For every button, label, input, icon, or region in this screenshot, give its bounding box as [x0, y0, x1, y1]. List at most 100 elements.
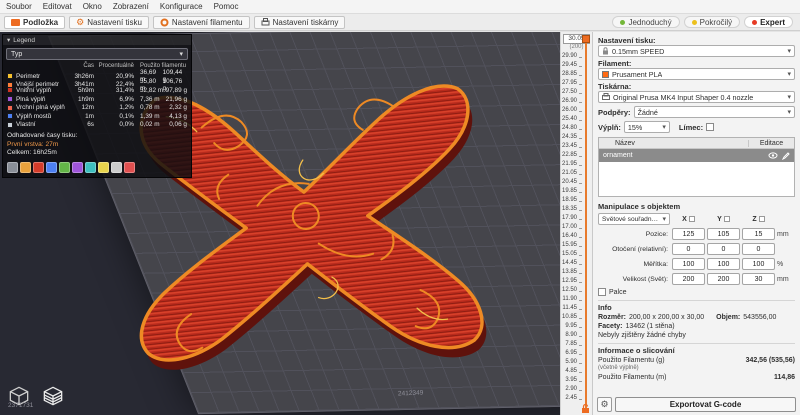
layer-label: 28.85 — [562, 71, 582, 78]
axis-y-header: Y — [707, 216, 740, 223]
layer-label: 27.50 — [562, 89, 582, 96]
mode-expert[interactable]: Expert — [744, 16, 793, 28]
axis-z-input[interactable] — [742, 258, 775, 270]
legend-header[interactable]: ▾ Legend — [3, 35, 191, 45]
layer-label: 5.90 — [565, 359, 582, 366]
pause-prints-icon[interactable] — [98, 162, 109, 173]
object-row[interactable]: ornament — [599, 149, 794, 162]
chevron-down-icon: ▾ — [787, 93, 791, 101]
filament-used-g: Použito Filamentu (g)(včetně výplně) 342… — [598, 357, 795, 372]
plater-icon — [11, 18, 20, 26]
layer-label: 29.90 — [562, 53, 582, 60]
feature-type-dropdown[interactable]: Typ ▾ — [6, 48, 188, 60]
axis-y-input[interactable] — [707, 243, 740, 255]
chevron-down-icon: ▾ — [179, 50, 183, 58]
axis-y-input[interactable] — [707, 228, 740, 240]
printer-label: Tiskárna: — [598, 82, 795, 91]
infill-combo[interactable]: 15% ▾ — [624, 121, 670, 133]
layer-label: 18.35 — [562, 206, 582, 213]
axis-z-input[interactable] — [742, 228, 775, 240]
deretractions-icon[interactable] — [46, 162, 57, 173]
axis-y-input[interactable] — [707, 273, 740, 285]
layer-label: 23.45 — [562, 143, 582, 150]
coordinates-combo[interactable]: Světové souřadnice ▾ — [598, 213, 670, 225]
estimates-title: Odhadované časy tisku: — [7, 132, 187, 141]
export-row: ⚙ Exportovat G-code — [597, 397, 796, 412]
expert-mode-dot-icon — [752, 20, 757, 25]
tab-printer-settings[interactable]: Nastavení tiskárny — [254, 16, 346, 29]
info-facets: Facety:13462 (1 stěna) — [598, 323, 795, 330]
settings-tabbar: Podložka ⚙ Nastavení tisku Nastavení fil… — [0, 14, 800, 31]
printer-combo[interactable]: Original Prusa MK4 Input Shaper 0.4 nozz… — [598, 91, 795, 103]
axis-y-input[interactable] — [707, 258, 740, 270]
layer-label: 17.00 — [562, 224, 582, 231]
layer-label: 26.00 — [562, 107, 582, 114]
mode-simple[interactable]: Jednoduchý — [612, 16, 679, 28]
edit-icon[interactable] — [782, 152, 790, 160]
menu-item[interactable]: Soubor — [6, 2, 32, 11]
manipulation-row: Měřítka: % — [598, 258, 795, 270]
layer-label: 19.85 — [562, 188, 582, 195]
seams-icon[interactable] — [59, 162, 70, 173]
layer-label: 11.45 — [562, 305, 582, 312]
layer-label: 4.85 — [565, 368, 582, 375]
layer-slider-track[interactable] — [585, 38, 587, 409]
tab-plater[interactable]: Podložka — [4, 16, 65, 29]
layer-slider-handle[interactable] — [582, 35, 590, 43]
eye-icon[interactable] — [768, 152, 778, 159]
mirror-x-icon[interactable] — [689, 216, 695, 222]
axis-z-input[interactable] — [742, 273, 775, 285]
printer-icon[interactable] — [124, 162, 135, 173]
tab-label: Nastavení filamentu — [172, 18, 243, 27]
export-gcode-button[interactable]: Exportovat G-code — [615, 397, 796, 412]
custom-gcode-icon[interactable] — [111, 162, 122, 173]
export-settings-button[interactable]: ⚙ — [597, 397, 612, 412]
color-changes-icon[interactable] — [85, 162, 96, 173]
print-profile-combo[interactable]: 0.15mm SPEED ▾ — [598, 45, 795, 57]
manipulation-title: Manipulace s objektem — [598, 202, 795, 211]
chevron-down-icon: ▾ — [662, 123, 666, 131]
object-list-header: Název Editace — [599, 138, 794, 149]
infill-value: 15% — [628, 123, 642, 132]
tab-label: Nastavení tisku — [87, 18, 142, 27]
brim-checkbox[interactable] — [706, 123, 714, 131]
view-cube-sliced-icon[interactable] — [40, 383, 66, 409]
slider-lock-icon[interactable] — [581, 404, 590, 414]
supports-row: Podpěry: Žádné ▾ — [598, 106, 795, 118]
menu-item[interactable]: Pomoc — [214, 2, 239, 11]
layer-label: 12.50 — [562, 287, 582, 294]
edit-column-header: Editace — [748, 140, 794, 147]
menu-item[interactable]: Konfigurace — [160, 2, 203, 11]
feature-color-swatch — [7, 105, 13, 111]
menu-item[interactable]: Editovat — [43, 2, 72, 11]
print-profile-value: 0.15mm SPEED — [612, 47, 664, 56]
axis-x-input[interactable] — [672, 258, 705, 270]
tab-print-settings[interactable]: ⚙ Nastavení tisku — [69, 16, 149, 29]
advanced-mode-dot-icon — [692, 20, 697, 25]
inches-checkbox[interactable] — [598, 288, 606, 296]
axis-x-input[interactable] — [672, 243, 705, 255]
axis-x-input[interactable] — [672, 273, 705, 285]
menu-item[interactable]: Zobrazení — [113, 2, 149, 11]
tab-filament-settings[interactable]: Nastavení filamentu — [153, 16, 250, 29]
brim-label: Límec: — [679, 123, 703, 132]
travel-moves-icon[interactable] — [20, 162, 31, 173]
col-time: Čas — [69, 63, 94, 69]
tool-changes-icon[interactable] — [72, 162, 83, 173]
axis-z-input[interactable] — [742, 243, 775, 255]
layer-slider[interactable]: 30.05 (200) 29.90 29.45 28.85 27.95 27.5… — [560, 32, 592, 415]
menu-item[interactable]: Okno — [83, 2, 102, 11]
filament-color-swatch — [602, 71, 609, 78]
mirror-y-icon[interactable] — [724, 216, 730, 222]
supports-combo[interactable]: Žádné ▾ — [634, 106, 795, 118]
viewport-3d[interactable]: ▾ Legend Typ ▾ Čas Procentuálně Použito … — [0, 32, 560, 415]
feature-colors-icon[interactable] — [7, 162, 18, 173]
retractions-icon[interactable] — [33, 162, 44, 173]
mode-advanced[interactable]: Pokročilý — [684, 16, 740, 28]
mirror-z-icon[interactable] — [759, 216, 765, 222]
filament-combo[interactable]: Prusament PLA ▾ — [598, 68, 795, 80]
supports-label: Podpěry: — [598, 108, 631, 117]
manipulation-row: Velikost (Svět): mm — [598, 273, 795, 285]
axis-x-input[interactable] — [672, 228, 705, 240]
axis-z-header: Z — [742, 216, 775, 223]
